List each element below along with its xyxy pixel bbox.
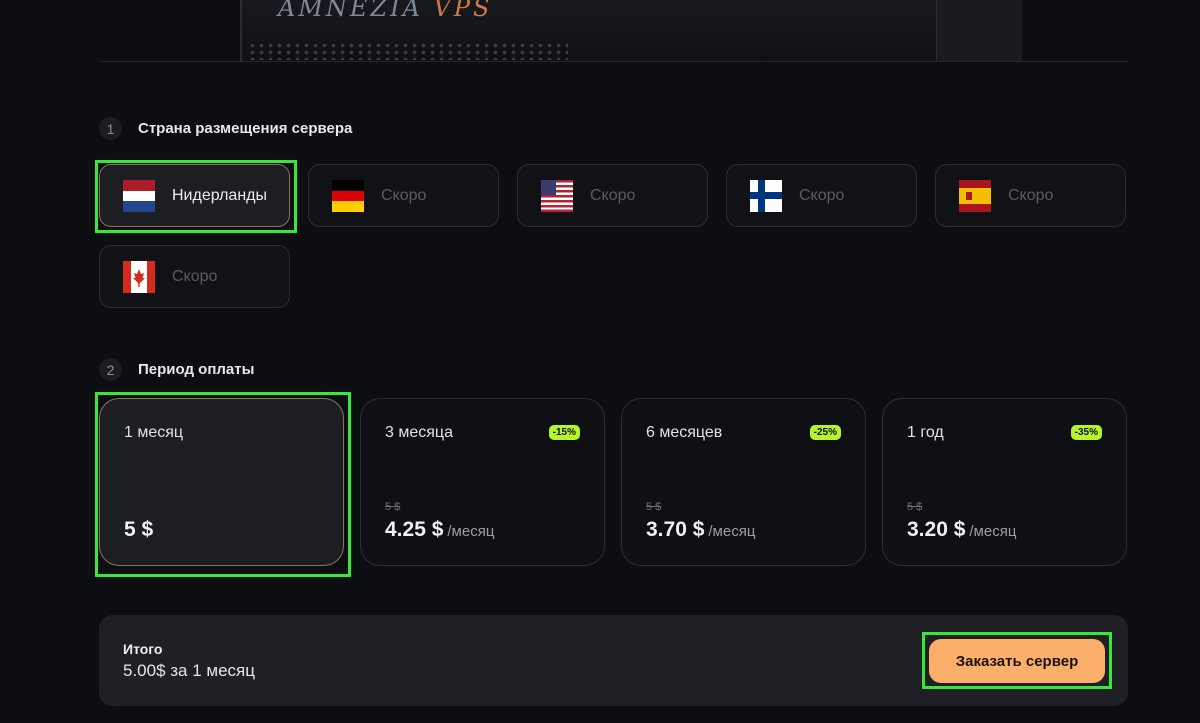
step-title: Страна размещения сервера [138, 120, 353, 137]
period-price: 5 $ [124, 518, 154, 541]
netherlands-flag-icon [123, 179, 155, 212]
period-name: 1 год [907, 424, 944, 441]
vps-device-image: AMNEZIA VPS [240, 0, 938, 62]
finland-flag-icon [750, 179, 782, 212]
period-price: 3.70 $/месяц [646, 518, 756, 541]
country-spain[interactable]: Скоро [935, 164, 1126, 227]
total-value: 5.00$ за 1 месяц [123, 661, 255, 680]
country-canada[interactable]: Скоро [99, 245, 290, 308]
country-usa[interactable]: Скоро [517, 164, 708, 227]
period-name: 6 месяцев [646, 424, 723, 441]
germany-flag-icon [332, 179, 364, 212]
period-price: 4.25 $/месяц [385, 518, 495, 541]
period-1-month[interactable]: 1 месяц 5 $ [99, 398, 344, 566]
amnezia-vps-logo: AMNEZIA VPS [278, 0, 493, 22]
order-summary: Итого 5.00$ за 1 месяц Заказать сервер [99, 615, 1128, 706]
divider [99, 61, 1128, 62]
order-server-button[interactable]: Заказать сервер [929, 639, 1105, 683]
device-side [936, 0, 1022, 62]
period-3-months[interactable]: 3 месяца -15% 5 $ 4.25 $/месяц [360, 398, 605, 566]
country-netherlands[interactable]: Нидерланды [99, 164, 290, 227]
country-label: Скоро [1008, 186, 1054, 204]
period-6-months[interactable]: 6 месяцев -25% 5 $ 3.70 $/месяц [621, 398, 866, 566]
discount-badge: -35% [1070, 425, 1102, 440]
old-price: 5 $ [907, 501, 923, 513]
total-label: Итого [123, 641, 163, 657]
period-1-year[interactable]: 1 год -35% 5 $ 3.20 $/месяц [882, 398, 1127, 566]
canada-flag-icon [123, 260, 155, 293]
step-number: 1 [99, 117, 122, 140]
spain-flag-icon [959, 179, 991, 212]
discount-badge: -15% [548, 425, 580, 440]
country-finland[interactable]: Скоро [726, 164, 917, 227]
period-price: 3.20 $/месяц [907, 518, 1017, 541]
country-label: Скоро [381, 186, 427, 204]
country-label: Скоро [172, 267, 218, 285]
period-name: 3 месяца [385, 424, 453, 441]
old-price: 5 $ [385, 501, 401, 513]
step-1-header: 1 Страна размещения сервера [99, 117, 352, 140]
old-price: 5 $ [646, 501, 662, 513]
period-name: 1 месяц [124, 424, 184, 441]
country-germany[interactable]: Скоро [308, 164, 499, 227]
step-number: 2 [99, 358, 122, 381]
step-2-header: 2 Период оплаты [99, 358, 254, 381]
device-grille [248, 42, 568, 60]
hero-banner: AMNEZIA VPS [240, 0, 1022, 62]
step-title: Период оплаты [138, 361, 255, 378]
country-label: Нидерланды [172, 186, 267, 204]
country-label: Скоро [590, 186, 636, 204]
discount-badge: -25% [809, 425, 841, 440]
usa-flag-icon [541, 179, 573, 212]
country-label: Скоро [799, 186, 845, 204]
